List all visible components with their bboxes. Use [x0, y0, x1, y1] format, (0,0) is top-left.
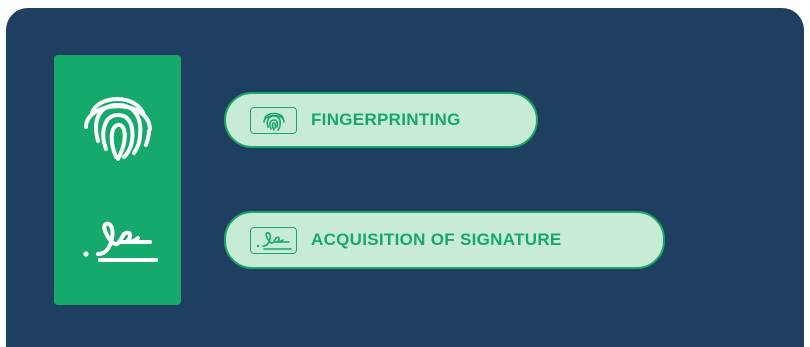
fingerprinting-label: FINGERPRINTING — [311, 110, 461, 129]
acquisition-of-signature-option[interactable]: ACQUISITION OF SIGNATURE — [224, 211, 665, 269]
fingerprinting-option[interactable]: FINGERPRINTING — [224, 92, 538, 148]
signature-icon[interactable] — [80, 210, 158, 268]
fingerprint-icon[interactable] — [78, 83, 156, 161]
signature-icon — [250, 226, 297, 254]
acquisition-of-signature-label: ACQUISITION OF SIGNATURE — [311, 230, 562, 249]
fingerprint-icon — [250, 106, 297, 134]
